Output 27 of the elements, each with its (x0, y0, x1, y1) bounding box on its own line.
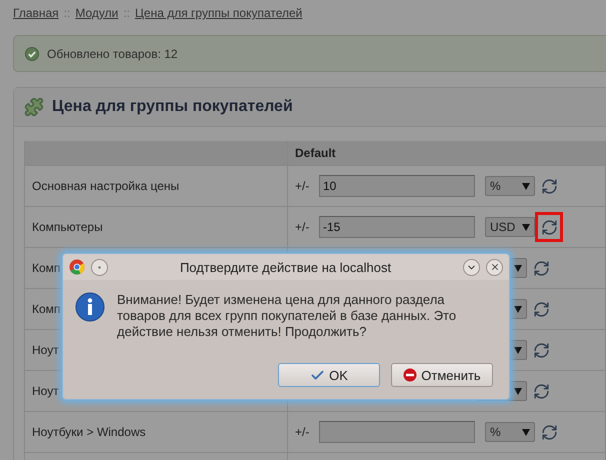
panel-title: Цена для группы покупателей (52, 98, 293, 116)
plus-minus-label: +/- (295, 220, 309, 234)
dialog-message: Внимание! Будет изменена цена для данного раздела товаров для всех групп покупателей в базе данных. Это действие нельзя отменить! Продолжить? (117, 292, 457, 341)
breadcrumb-link[interactable]: Цена для группы покупателей (135, 6, 302, 20)
breadcrumb-separator: :: (64, 6, 70, 20)
value-input[interactable]: 10 (319, 175, 475, 197)
plus-minus-label: +/- (295, 425, 309, 439)
notice-text: Обновлено товаров: 12 (47, 46, 178, 60)
unit-select[interactable]: % (485, 176, 535, 196)
row-label: Комп (32, 302, 60, 316)
ok-button[interactable]: OK (278, 363, 380, 387)
column-header: Default (295, 146, 336, 160)
row-label: Комп (32, 261, 60, 275)
row-label: Компьютеры (32, 220, 103, 234)
breadcrumb-link[interactable]: Главная (13, 6, 59, 20)
unit-select[interactable]: USD (485, 217, 535, 237)
plus-minus-label: +/- (295, 179, 309, 193)
value-input[interactable]: -15 (319, 216, 475, 238)
dialog-title: Подтвердите действие на localhost (178, 260, 392, 274)
cancel-button[interactable]: Отменить (391, 363, 493, 387)
row-label: Ноутбуки > Windows (32, 425, 146, 439)
row-label: Ноут (32, 384, 59, 398)
row-label: Основная настройка цены (32, 179, 180, 193)
unit-select[interactable]: % (485, 422, 535, 442)
breadcrumb-separator: :: (123, 6, 130, 20)
row-label: Ноут (32, 343, 59, 357)
breadcrumb-link[interactable]: Модули (75, 6, 118, 20)
